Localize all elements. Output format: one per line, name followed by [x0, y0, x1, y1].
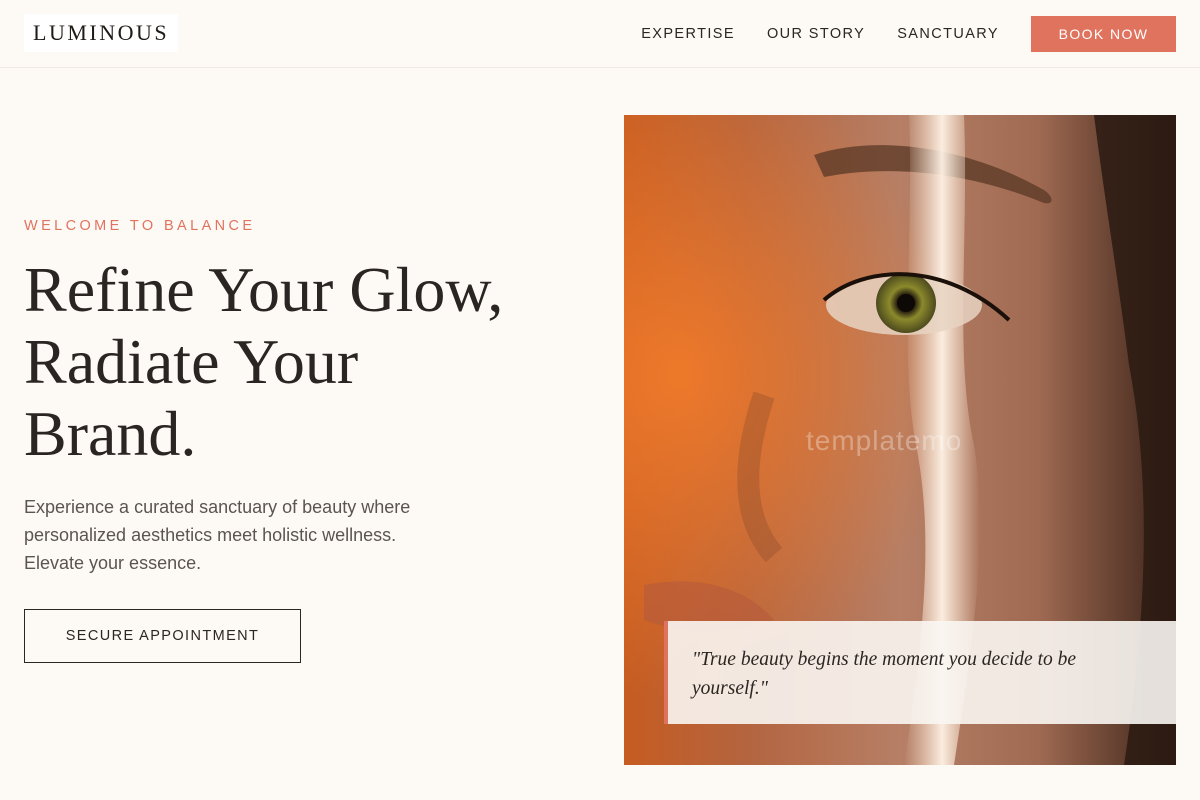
- subtext-line: Experience a curated sanctuary of beauty…: [24, 497, 411, 517]
- hero-subtext: Experience a curated sanctuary of beauty…: [24, 493, 494, 577]
- site-header: LUMINOUS EXPERTISE OUR STORY SANCTUARY B…: [0, 0, 1200, 68]
- quote-text: "True beauty begins the moment you decid…: [692, 649, 1077, 699]
- subtext-line: personalized aesthetics meet holistic we…: [24, 525, 397, 545]
- hero-portrait-image: templatemo "True beauty begins the momen…: [624, 115, 1176, 765]
- headline-line: Refine Your Glow,: [24, 254, 504, 325]
- nav-link-our-story[interactable]: OUR STORY: [767, 26, 865, 42]
- main-nav: EXPERTISE OUR STORY SANCTUARY BOOK NOW: [641, 16, 1176, 52]
- quote-card: "True beauty begins the moment you decid…: [664, 621, 1176, 724]
- secure-appointment-button[interactable]: SECURE APPOINTMENT: [24, 609, 301, 663]
- subtext-line: Elevate your essence.: [24, 553, 202, 573]
- headline-line: Radiate Your: [24, 326, 359, 397]
- nav-link-sanctuary[interactable]: SANCTUARY: [897, 26, 999, 42]
- headline-line: Brand.: [24, 398, 197, 469]
- hero-eyebrow: WELCOME TO BALANCE: [24, 218, 256, 234]
- brand-logo[interactable]: LUMINOUS: [24, 14, 179, 52]
- nav-link-expertise[interactable]: EXPERTISE: [641, 26, 735, 42]
- book-now-button[interactable]: BOOK NOW: [1031, 16, 1176, 52]
- watermark-text: templatemo: [806, 425, 963, 456]
- hero-headline: Refine Your Glow, Radiate Your Brand.: [24, 254, 584, 470]
